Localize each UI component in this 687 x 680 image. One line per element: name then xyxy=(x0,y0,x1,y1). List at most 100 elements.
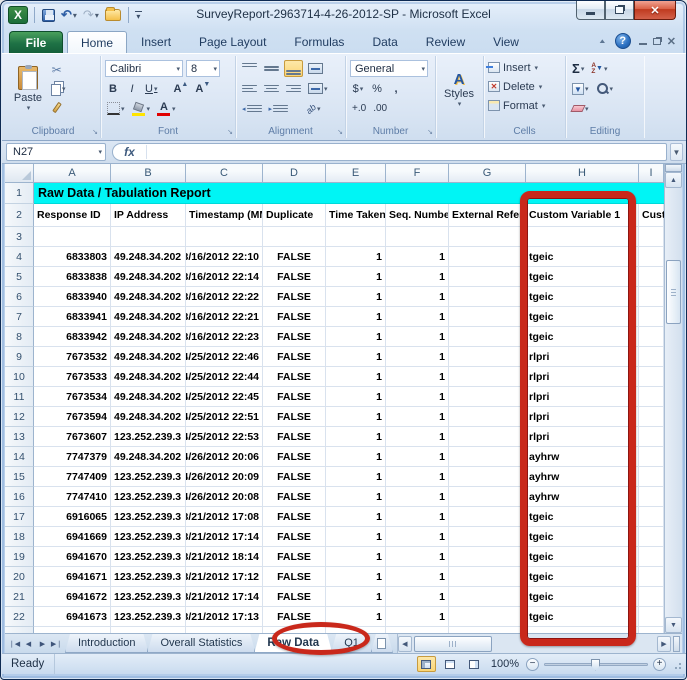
cell-H4[interactable]: tgeic xyxy=(526,247,639,267)
cell-A5[interactable]: 6833838 xyxy=(34,267,111,287)
align-bottom-button[interactable] xyxy=(284,60,303,77)
cell-B18[interactable]: 123.252.239.3 xyxy=(111,527,186,547)
horizontal-scroll-track[interactable] xyxy=(412,636,657,652)
cell-I7[interactable] xyxy=(639,307,664,327)
cell-I4[interactable] xyxy=(639,247,664,267)
zoom-in-button[interactable]: + xyxy=(653,658,666,671)
sheet-tab-raw-data[interactable]: Raw Data xyxy=(254,634,332,653)
cell-A11[interactable]: 7673534 xyxy=(34,387,111,407)
cell-C8[interactable]: 3/16/2012 22:23 xyxy=(186,327,263,347)
cell-E18[interactable]: 1 xyxy=(326,527,386,547)
cell-F11[interactable]: 1 xyxy=(386,387,449,407)
cell-D6[interactable]: FALSE xyxy=(263,287,326,307)
sheet-tab-overall-statistics[interactable]: Overall Statistics xyxy=(147,634,255,653)
cell-C5[interactable]: 3/16/2012 22:14 xyxy=(186,267,263,287)
save-button[interactable] xyxy=(41,6,56,24)
shrink-font-button[interactable]: A▼ xyxy=(193,80,212,97)
cell-B3[interactable] xyxy=(111,227,186,247)
percent-style-button[interactable]: % xyxy=(369,80,385,97)
header-cell-A2[interactable]: Response ID xyxy=(34,204,111,227)
increase-indent-button[interactable]: ▸ xyxy=(267,100,291,117)
cell-H21[interactable]: tgeic xyxy=(526,587,639,607)
align-left-button[interactable] xyxy=(240,80,259,97)
row-header-10[interactable]: 10 xyxy=(5,367,34,387)
row-header-22[interactable]: 22 xyxy=(5,607,34,627)
scroll-left-button[interactable]: ◀ xyxy=(398,636,412,652)
cell-H15[interactable]: ayhrw xyxy=(526,467,639,487)
column-header-H[interactable]: H xyxy=(526,164,639,183)
row-header-4[interactable]: 4 xyxy=(5,247,34,267)
cell-C11[interactable]: 4/25/2012 22:45 xyxy=(186,387,263,407)
fill-button[interactable]: ▼▾ xyxy=(570,80,591,97)
styles-button[interactable]: A Styles ▾ xyxy=(440,58,478,120)
cell-C17[interactable]: 3/21/2012 17:08 xyxy=(186,507,263,527)
tab-file[interactable]: File xyxy=(9,31,63,53)
row-header-1[interactable]: 1 xyxy=(5,183,34,204)
cell-H5[interactable]: tgeic xyxy=(526,267,639,287)
cell-G12[interactable] xyxy=(449,407,526,427)
cell-B21[interactable]: 123.252.239.3 xyxy=(111,587,186,607)
cut-button[interactable]: ✂ xyxy=(46,61,68,78)
cell-G4[interactable] xyxy=(449,247,526,267)
cell-C13[interactable]: 4/25/2012 22:53 xyxy=(186,427,263,447)
decrease-indent-button[interactable]: ◂ xyxy=(240,100,264,117)
cell-F3[interactable] xyxy=(386,227,449,247)
cell-H12[interactable]: rlpri xyxy=(526,407,639,427)
font-dialog-launcher[interactable]: ↘ xyxy=(227,128,233,136)
cell-I3[interactable] xyxy=(639,227,664,247)
column-header-F[interactable]: F xyxy=(386,164,449,183)
cell-F21[interactable]: 1 xyxy=(386,587,449,607)
resize-grip[interactable] xyxy=(671,659,681,669)
cell-D21[interactable]: FALSE xyxy=(263,587,326,607)
cell-D5[interactable]: FALSE xyxy=(263,267,326,287)
cell-H6[interactable]: tgeic xyxy=(526,287,639,307)
format-painter-button[interactable] xyxy=(46,99,68,116)
cell-A16[interactable]: 7747410 xyxy=(34,487,111,507)
zoom-out-button[interactable]: − xyxy=(526,658,539,671)
open-button[interactable] xyxy=(104,6,122,24)
horizontal-scroll-thumb[interactable] xyxy=(414,636,492,652)
accounting-format-button[interactable]: $▾ xyxy=(350,80,366,97)
tab-home[interactable]: Home xyxy=(67,31,127,53)
cell-E5[interactable]: 1 xyxy=(326,267,386,287)
cell-D14[interactable]: FALSE xyxy=(263,447,326,467)
scroll-right-button[interactable]: ▶ xyxy=(657,636,671,652)
row-header-6[interactable]: 6 xyxy=(5,287,34,307)
cell-B22[interactable]: 123.252.239.3 xyxy=(111,607,186,627)
tab-view[interactable]: View xyxy=(479,31,533,53)
cell-A4[interactable]: 6833803 xyxy=(34,247,111,267)
cell-B10[interactable]: 49.248.34.202 xyxy=(111,367,186,387)
cell-H14[interactable]: ayhrw xyxy=(526,447,639,467)
row-header-3[interactable]: 3 xyxy=(5,227,34,247)
tab-split-handle[interactable] xyxy=(673,636,680,652)
cell-E22[interactable]: 1 xyxy=(326,607,386,627)
vertical-scroll-track[interactable] xyxy=(665,188,682,617)
cell-D11[interactable]: FALSE xyxy=(263,387,326,407)
cell-E13[interactable]: 1 xyxy=(326,427,386,447)
clear-button[interactable]: ▾ xyxy=(570,100,591,117)
close-button[interactable]: ✕ xyxy=(634,1,676,20)
zoom-level[interactable]: 100% xyxy=(491,658,519,670)
prev-sheet-button[interactable]: ◀ xyxy=(22,637,35,651)
paste-button[interactable]: Paste ▾ xyxy=(10,58,46,120)
page-layout-view-button[interactable] xyxy=(441,656,460,672)
cell-A10[interactable]: 7673533 xyxy=(34,367,111,387)
autosum-button[interactable]: Σ▾ xyxy=(570,60,586,77)
cell-F5[interactable]: 1 xyxy=(386,267,449,287)
cell-C6[interactable]: 3/16/2012 22:22 xyxy=(186,287,263,307)
cell-H19[interactable]: tgeic xyxy=(526,547,639,567)
vertical-scroll-thumb[interactable] xyxy=(666,260,681,324)
cell-H16[interactable]: ayhrw xyxy=(526,487,639,507)
cell-B19[interactable]: 123.252.239.3 xyxy=(111,547,186,567)
cell-F18[interactable]: 1 xyxy=(386,527,449,547)
cell-H3[interactable] xyxy=(526,227,639,247)
cell-B11[interactable]: 49.248.34.202 xyxy=(111,387,186,407)
row-header-5[interactable]: 5 xyxy=(5,267,34,287)
delete-cells-button[interactable]: Delete▾ xyxy=(488,77,561,96)
select-all-button[interactable] xyxy=(5,164,34,183)
row-header-12[interactable]: 12 xyxy=(5,407,34,427)
grow-font-button[interactable]: A▲ xyxy=(171,80,190,97)
horizontal-scrollbar[interactable]: ◀ ▶ xyxy=(397,634,682,653)
cell-I19[interactable] xyxy=(639,547,664,567)
find-select-button[interactable]: ▾ xyxy=(594,80,616,97)
